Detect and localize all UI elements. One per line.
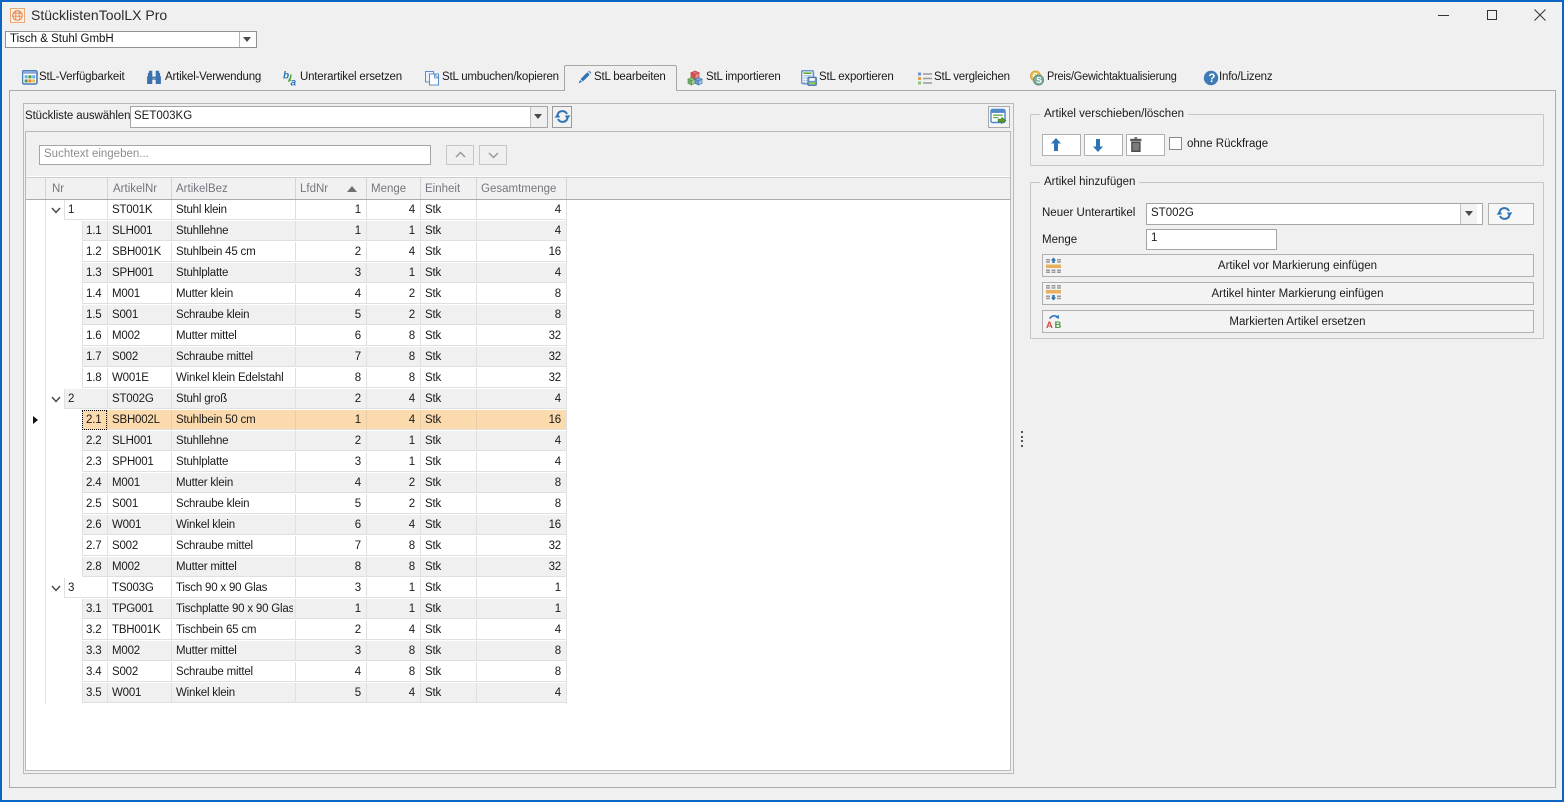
svg-text:a: a <box>291 78 297 87</box>
svg-text:b: b <box>283 71 289 82</box>
svg-text:S: S <box>1036 75 1042 85</box>
svg-text:?: ? <box>1208 73 1215 85</box>
